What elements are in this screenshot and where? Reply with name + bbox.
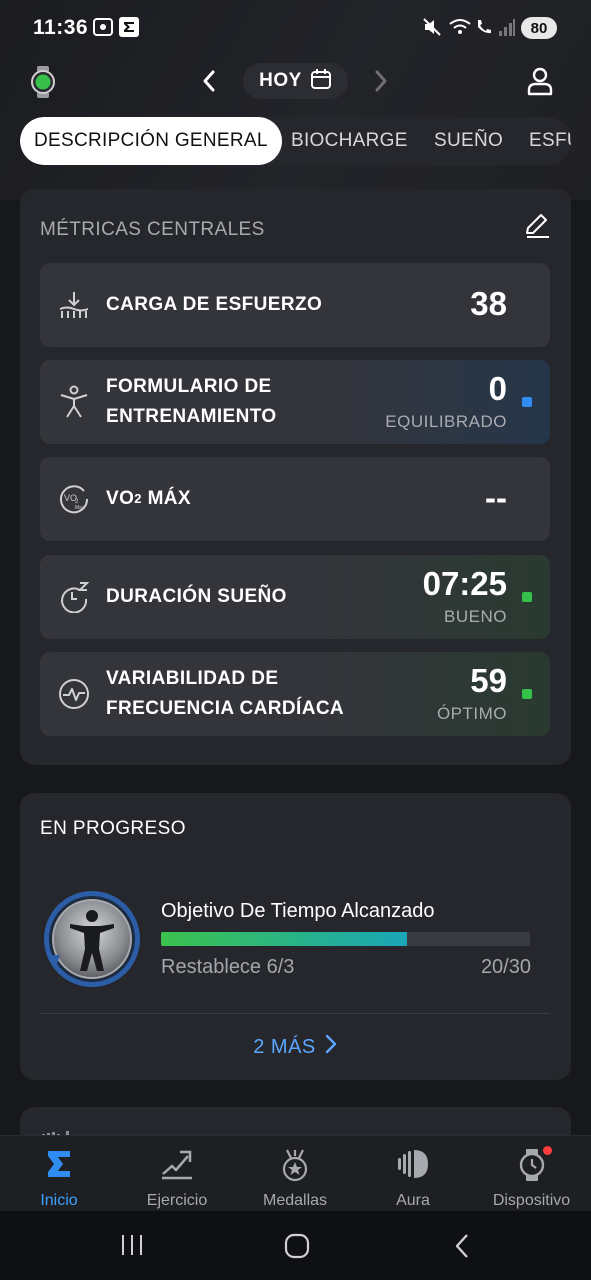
status-indicator-dot	[522, 689, 532, 699]
training-form-icon	[58, 360, 90, 444]
metric-label-line1: VARIABILIDAD DE	[106, 668, 279, 689]
goal-progress-bar	[161, 932, 530, 946]
hrv-icon	[58, 652, 90, 736]
nav-label: Inicio	[40, 1192, 78, 1209]
tab-overview[interactable]: DESCRIPCIÓN GENERAL	[20, 117, 282, 165]
metric-value: 59	[470, 662, 507, 699]
metric-effort-load[interactable]: CARGA DE ESFUERZO 38	[40, 263, 550, 347]
exercise-icon	[118, 1148, 236, 1180]
mute-icon	[422, 17, 442, 42]
svg-text:Max: Max	[75, 505, 85, 511]
aura-icon	[354, 1148, 472, 1180]
divider	[40, 1013, 550, 1014]
sigma-app-icon	[118, 17, 140, 42]
in-progress-title: EN PROGRESO	[40, 818, 186, 839]
profile-icon[interactable]	[526, 66, 554, 101]
edit-icon[interactable]	[523, 211, 551, 244]
nav-label: Medallas	[262, 1192, 328, 1209]
metric-sleep-duration[interactable]: DURACIÓN SUEÑO 07:25 BUENO	[40, 555, 550, 639]
metric-label-main: VO	[106, 488, 135, 509]
tab-effort[interactable]: ESFU	[529, 117, 571, 165]
nav-exercise[interactable]: Ejercicio	[118, 1136, 236, 1212]
goal-progress-fill	[161, 932, 408, 946]
metric-label: VO 2 MÁX	[106, 457, 191, 541]
tab-biocharge[interactable]: BIOCHARGE	[291, 117, 408, 165]
call-wifi-icon	[474, 17, 494, 42]
tab-sleep[interactable]: SUEÑO	[434, 117, 503, 165]
metric-value: 07:25	[422, 565, 507, 602]
bottom-navigation: Inicio Ejercicio Medallas Aura Dispositi…	[0, 1135, 591, 1211]
nav-home[interactable]: Inicio	[0, 1136, 118, 1212]
wifi-icon	[448, 17, 472, 42]
metric-value: --	[485, 479, 507, 516]
connected-watch-icon[interactable]	[30, 66, 56, 103]
metric-label-line2: ENTRENAMIENTO	[106, 406, 277, 427]
metric-value: 38	[470, 285, 507, 322]
battery-indicator: 80	[521, 17, 557, 39]
medal-icon	[236, 1148, 354, 1182]
goal-title: Objetivo De Tiempo Alcanzado	[161, 900, 435, 922]
status-bar: 11:36 80	[0, 0, 591, 56]
metric-label: VARIABILIDAD DE FRECUENCIA CARDÍACA	[106, 652, 344, 736]
recent-apps-icon[interactable]	[120, 1233, 144, 1262]
nav-aura[interactable]: Aura	[354, 1136, 472, 1212]
status-time: 11:36	[33, 16, 89, 39]
date-selector[interactable]: HOY	[243, 63, 348, 99]
nav-medals[interactable]: Medallas	[236, 1136, 354, 1212]
watch-icon	[472, 1148, 591, 1182]
next-day-button[interactable]	[370, 68, 392, 99]
previous-day-button[interactable]	[198, 68, 220, 99]
status-indicator-dot	[522, 592, 532, 602]
fitness-medal-icon[interactable]	[42, 889, 142, 994]
metric-status: ÓPTIMO	[436, 704, 507, 723]
nav-label: Dispositivo	[492, 1192, 571, 1209]
metric-label: FORMULARIO DE ENTRENAMIENTO	[106, 360, 277, 444]
metric-hrv[interactable]: VARIABILIDAD DE FRECUENCIA CARDÍACA 59 Ó…	[40, 652, 550, 736]
signal-icon	[498, 17, 516, 42]
metric-vo2max[interactable]: VO 2 Max VO 2 MÁX --	[40, 457, 550, 541]
back-icon[interactable]	[452, 1232, 472, 1265]
metric-training-form[interactable]: FORMULARIO DE ENTRENAMIENTO 0 EQUILIBRAD…	[40, 360, 550, 444]
screenshot-icon	[92, 17, 114, 42]
metric-label-subscript: 2	[134, 491, 142, 506]
nav-device[interactable]: Dispositivo	[472, 1136, 591, 1212]
sleep-duration-icon	[58, 555, 90, 639]
core-metrics-card: MÉTRICAS CENTRALES CARGA DE ESFUERZO 38 …	[20, 189, 571, 765]
effort-load-icon	[58, 263, 90, 347]
status-indicator-dot	[522, 397, 532, 407]
home-icon[interactable]	[284, 1233, 310, 1264]
chevron-right-icon	[324, 1033, 338, 1061]
section-tabs: DESCRIPCIÓN GENERAL BIOCHARGE SUEÑO ESFU	[20, 117, 571, 165]
metric-label: DURACIÓN SUEÑO	[106, 586, 287, 607]
goal-reset-text: Restablece 6/3	[161, 956, 295, 978]
metric-label: CARGA DE ESFUERZO	[106, 294, 323, 315]
metric-status: BUENO	[444, 607, 507, 626]
date-label: HOY	[259, 70, 302, 91]
notification-dot	[543, 1146, 552, 1155]
nav-label: Aura	[396, 1192, 430, 1209]
calendar-icon	[310, 68, 332, 95]
more-label: 2 MÁS	[253, 1035, 316, 1058]
home-sigma-icon	[0, 1148, 118, 1180]
metric-status: EQUILIBRADO	[385, 412, 507, 431]
metric-label-line2: FRECUENCIA CARDÍACA	[106, 698, 345, 719]
system-navigation-bar	[0, 1211, 591, 1280]
goal-count: 20/30	[480, 956, 531, 978]
metric-label-rest: MÁX	[141, 488, 192, 509]
metric-label-line1: FORMULARIO DE	[106, 376, 272, 397]
metric-value: 0	[488, 370, 507, 407]
core-metrics-title: MÉTRICAS CENTRALES	[40, 219, 265, 240]
nav-label: Ejercicio	[146, 1192, 208, 1209]
in-progress-card: EN PROGRESO Objetivo De Tiempo Alcanzado…	[20, 793, 571, 1080]
vo2max-icon: VO 2 Max	[58, 457, 90, 541]
more-button[interactable]: 2 MÁS	[20, 1033, 571, 1061]
